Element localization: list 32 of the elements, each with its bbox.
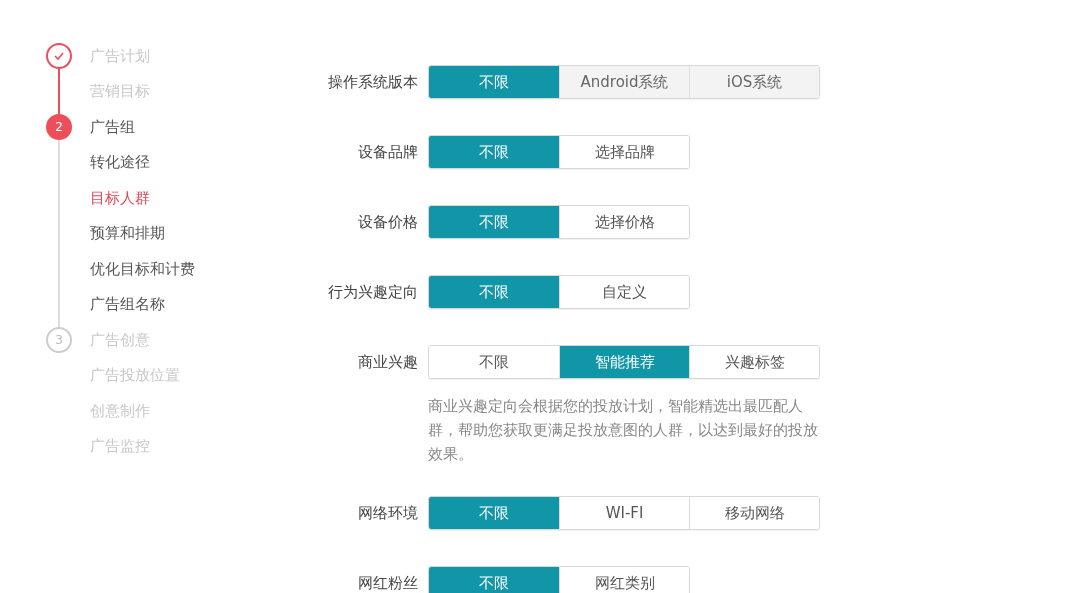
nav-item[interactable]: 转化途径 <box>90 153 150 172</box>
field-label: 商业兴趣 <box>357 352 419 372</box>
field-label: 行为兴趣定向 <box>327 282 419 302</box>
check-icon <box>53 51 65 61</box>
field-label: 网红粉丝 <box>357 573 419 593</box>
nav-item[interactable]: 优化目标和计费 <box>90 259 195 279</box>
segment-option[interactable]: 选择品牌 <box>559 136 689 168</box>
segment-option[interactable]: 不限 <box>429 136 559 168</box>
nav-item[interactable]: 目标人群 <box>90 188 150 208</box>
segment-option[interactable]: 自定义 <box>559 276 689 308</box>
nav-item[interactable]: 预算和排期 <box>90 224 165 243</box>
segment-option[interactable]: 移动网络 <box>689 497 819 529</box>
segment-option[interactable]: 选择价格 <box>559 206 689 238</box>
field-label: 网络环境 <box>357 503 419 523</box>
field-label: 操作系统版本 <box>327 72 419 92</box>
nav-item[interactable]: 广告组名称 <box>90 295 165 314</box>
field-label: 设备价格 <box>357 212 419 232</box>
step-marker: 3 <box>46 327 72 353</box>
segment-option[interactable]: 不限 <box>429 567 559 593</box>
segment-option[interactable]: 网红类别 <box>559 567 689 593</box>
segment-option[interactable]: 不限 <box>429 497 559 529</box>
segment-option[interactable]: 不限 <box>429 276 559 308</box>
segment-option[interactable]: 不限 <box>429 206 559 238</box>
segment-option[interactable]: 兴趣标签 <box>689 346 819 378</box>
step-marker: 2 <box>46 114 72 140</box>
segment-option[interactable]: 不限 <box>429 346 559 378</box>
segment-option[interactable]: WI-FI <box>559 497 689 529</box>
step-title[interactable]: 广告组 <box>90 117 135 137</box>
segment-option[interactable]: 不限 <box>429 66 559 98</box>
help-text: 商业兴趣定向会根据您的投放计划，智能精选出最匹配人群，帮助您获取更满足投放意图的人群，以达到最好的投放效果。 <box>428 397 819 464</box>
field-label: 设备品牌 <box>357 142 419 162</box>
segment-option[interactable]: 智能推荐 <box>559 346 689 378</box>
